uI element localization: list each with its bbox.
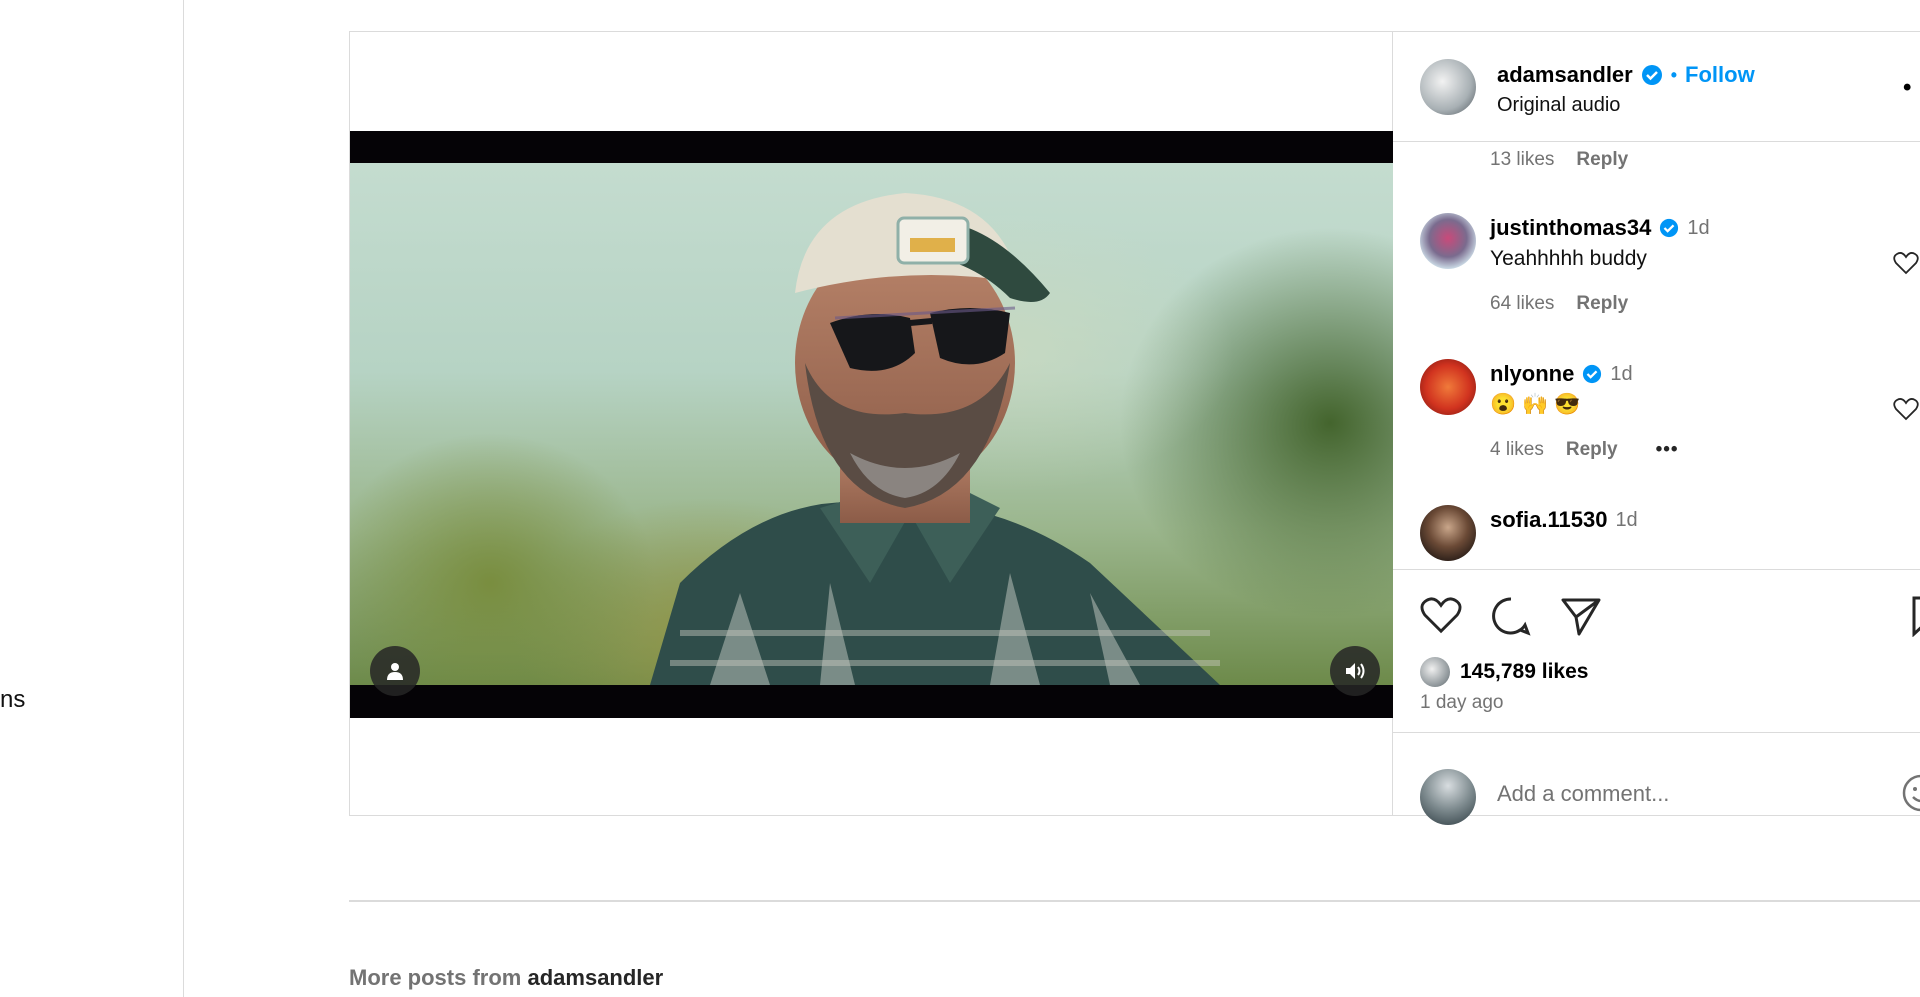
post-timestamp: 1 day ago <box>1420 692 1504 713</box>
reply-button[interactable]: Reply <box>1576 149 1628 171</box>
comment-header: sofia.11530 1d <box>1490 507 1638 533</box>
likes-summary[interactable]: 145,789 likes <box>1420 657 1588 687</box>
follow-button[interactable]: Follow <box>1685 62 1755 88</box>
comment-text: 😮 🙌 😎 <box>1490 393 1581 416</box>
verified-badge-icon <box>1641 64 1663 86</box>
post-sidebar: adamsandler • Follow Original audio • 13… <box>1393 32 1920 825</box>
share-send-icon[interactable] <box>1560 595 1602 642</box>
left-navigation: ns <box>0 0 184 997</box>
save-bookmark-icon[interactable] <box>1911 595 1920 642</box>
more-options-icon[interactable]: • <box>1903 74 1913 102</box>
add-comment-bar: Add a comment... <box>1393 732 1920 825</box>
user-icon <box>387 663 403 680</box>
commenter-avatar[interactable] <box>1420 213 1476 269</box>
liker-avatar <box>1420 657 1450 687</box>
owner-username[interactable]: adamsandler <box>1497 62 1633 88</box>
mute-toggle-button[interactable] <box>1330 646 1380 696</box>
commenter-username[interactable]: nlyonne <box>1490 361 1574 387</box>
comment-item: justinthomas34 1d Yeahhhhh buddy 64 like… <box>1393 213 1920 343</box>
likes-count[interactable]: 145,789 likes <box>1460 660 1588 684</box>
comment-likes[interactable]: 13 likes <box>1490 149 1554 171</box>
nav-item-label[interactable]: ns <box>0 686 25 714</box>
audio-link[interactable]: Original audio <box>1497 94 1620 117</box>
emoji-smiley-icon[interactable] <box>1901 773 1920 818</box>
volume-icon <box>1346 663 1365 679</box>
comment-item: nlyonne 1d 😮 🙌 😎 4 likes Reply ••• <box>1393 359 1920 489</box>
tagged-users-button[interactable] <box>370 646 420 696</box>
comment-time: 1d <box>1615 508 1638 531</box>
video-still-image <box>650 193 1220 685</box>
comment-text: Yeahhhhh buddy <box>1490 247 1647 270</box>
comment-meta: 64 likes Reply <box>1490 293 1628 315</box>
commenter-username[interactable]: sofia.11530 <box>1490 507 1607 533</box>
like-comment-heart-icon[interactable] <box>1893 251 1919 280</box>
comment-options-icon[interactable]: ••• <box>1656 439 1679 461</box>
like-comment-heart-icon[interactable] <box>1893 397 1919 426</box>
comment-time: 1d <box>1687 216 1710 239</box>
comment-likes[interactable]: 4 likes <box>1490 439 1544 461</box>
comment-input[interactable]: Add a comment... <box>1497 781 1669 807</box>
like-heart-icon[interactable] <box>1420 595 1462 640</box>
owner-line: adamsandler • Follow <box>1497 62 1755 88</box>
comment-meta: 13 likes Reply <box>1490 149 1628 171</box>
separator-dot: • <box>1670 64 1678 85</box>
comment-likes[interactable]: 64 likes <box>1490 293 1554 315</box>
comment-header: nlyonne 1d <box>1490 361 1633 387</box>
post-header: adamsandler • Follow Original audio • <box>1393 32 1920 142</box>
reply-button[interactable]: Reply <box>1566 439 1618 461</box>
comment-bubble-icon[interactable] <box>1490 595 1532 642</box>
post-dialog: adamsandler • Follow Original audio • 13… <box>349 31 1920 825</box>
commenter-avatar[interactable] <box>1420 359 1476 415</box>
comments-list: 13 likes Reply justinthomas34 1d Yeahhhh… <box>1393 143 1920 570</box>
comment-time: 1d <box>1610 362 1633 385</box>
current-user-avatar <box>1420 769 1476 825</box>
comment-header: justinthomas34 1d <box>1490 215 1710 241</box>
commenter-avatar[interactable] <box>1420 505 1476 561</box>
section-divider <box>349 900 1920 902</box>
reply-button[interactable]: Reply <box>1576 293 1628 315</box>
comment-meta: 4 likes Reply ••• <box>1490 439 1679 461</box>
post-media <box>350 32 1393 815</box>
more-posts-heading: More posts from adamsandler <box>349 965 663 991</box>
comment-item: sofia.11530 1d <box>1393 505 1920 569</box>
more-posts-prefix: More posts from <box>349 965 522 990</box>
video-frame <box>350 163 1393 685</box>
owner-avatar[interactable] <box>1420 59 1476 115</box>
verified-badge-icon <box>1582 364 1602 384</box>
video-player[interactable] <box>350 131 1393 718</box>
commenter-username[interactable]: justinthomas34 <box>1490 215 1651 241</box>
more-posts-username[interactable]: adamsandler <box>527 965 663 990</box>
verified-badge-icon <box>1659 218 1679 238</box>
